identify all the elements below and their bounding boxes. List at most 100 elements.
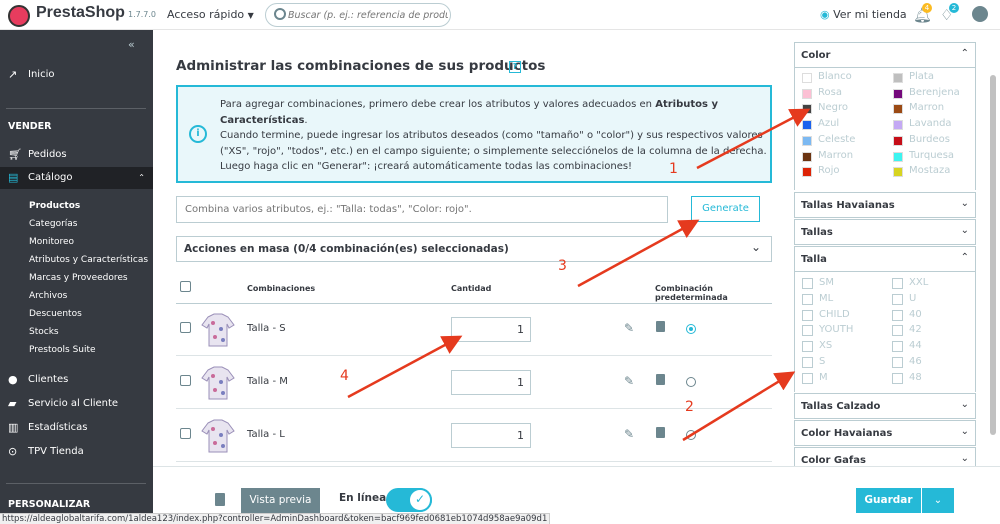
caret-down-icon: ▼ — [247, 11, 254, 20]
size-checkbox[interactable] — [802, 341, 813, 353]
combination-name[interactable]: Talla - L — [247, 429, 285, 440]
save-button[interactable]: Guardar — [856, 488, 921, 513]
select-all-checkbox[interactable] — [180, 281, 191, 292]
size-checkbox[interactable] — [802, 278, 813, 289]
quick-access-label: Acceso rápido — [167, 8, 245, 21]
chevron-down-icon: ⌄ — [960, 198, 969, 209]
size-list: SM XXL ML U CHILD 40 YOUTH 42 XS 44 S 46 M 48 — [794, 272, 976, 392]
color-swatch[interactable] — [802, 135, 812, 146]
sidebar-subitem-marcas[interactable]: Marcas y Proveedores — [29, 273, 128, 283]
color-swatch[interactable] — [893, 151, 903, 162]
color-swatch[interactable] — [802, 73, 812, 83]
brand-name[interactable]: PrestaShop — [36, 4, 125, 22]
search-input[interactable] — [288, 7, 448, 23]
sidebar-item-catalogo[interactable]: ▤ Catálogo ⌃ — [0, 167, 153, 189]
sidebar-item-tpv[interactable]: ⊙ TPV Tienda — [0, 441, 153, 463]
prestashop-logo-icon[interactable] — [8, 5, 30, 27]
sidebar-subitem-productos[interactable]: Productos — [29, 201, 80, 211]
preview-button[interactable]: Vista previa — [241, 488, 320, 513]
quantity-input[interactable] — [451, 317, 531, 342]
color-swatch[interactable] — [802, 104, 812, 115]
sidebar-subitem-archivos[interactable]: Archivos — [29, 291, 67, 301]
default-radio[interactable] — [686, 324, 696, 334]
row-checkbox[interactable] — [180, 322, 191, 333]
color-swatch[interactable] — [893, 88, 903, 99]
size-checkbox[interactable] — [802, 357, 813, 368]
sidebar-item-clientes[interactable]: ● Clientes — [0, 369, 153, 391]
size-checkbox[interactable] — [892, 325, 903, 337]
sidebar-subitem-monitoreo[interactable]: Monitoreo — [29, 237, 74, 247]
sidebar-subitem-prestools[interactable]: Prestools Suite — [29, 345, 96, 355]
generate-button[interactable]: Generate — [691, 196, 760, 222]
sidebar-item-pedidos[interactable]: 🛒︎ Pedidos — [0, 144, 153, 166]
color-accordion-header[interactable]: Color ⌃ — [794, 42, 976, 68]
column-header-combinations: Combinaciones — [247, 284, 316, 293]
size-checkbox[interactable] — [892, 357, 903, 368]
edit-icon[interactable]: ✎ — [624, 321, 634, 335]
table-row: Talla - M ✎ — [176, 356, 772, 409]
save-options-dropdown[interactable]: ⌄ — [922, 488, 954, 513]
quantity-input[interactable] — [451, 423, 531, 448]
size-checkbox[interactable] — [892, 341, 903, 353]
size-checkbox[interactable] — [892, 293, 903, 305]
color-swatch[interactable] — [893, 167, 903, 178]
color-swatch[interactable] — [802, 120, 812, 131]
default-radio[interactable] — [686, 377, 696, 387]
scrollbar[interactable] — [990, 75, 996, 435]
combination-name[interactable]: Talla - S — [247, 323, 286, 334]
bulk-actions-dropdown[interactable]: Acciones en masa (0/4 combinación(es) se… — [176, 236, 772, 262]
edit-icon[interactable]: ✎ — [624, 427, 634, 441]
color-gafas-accordion-header[interactable]: Color Gafas ⌄ — [794, 447, 976, 466]
color-swatch[interactable] — [893, 73, 903, 83]
quick-access-menu[interactable]: Acceso rápido ▼ — [167, 8, 254, 21]
default-radio[interactable] — [686, 430, 696, 440]
tallas-accordion-header[interactable]: Tallas ⌄ — [794, 219, 976, 245]
size-label: U — [909, 292, 917, 304]
sidebar-subitem-categorias[interactable]: Categorías — [29, 219, 78, 229]
color-swatch[interactable] — [893, 104, 903, 115]
size-label: S — [819, 356, 826, 367]
size-checkbox[interactable] — [892, 278, 903, 289]
search-box[interactable] — [265, 3, 451, 27]
row-checkbox[interactable] — [180, 428, 191, 439]
size-checkbox[interactable] — [802, 293, 813, 305]
color-havaianas-accordion-header[interactable]: Color Havaianas ⌄ — [794, 420, 976, 446]
sidebar-subitem-descuentos[interactable]: Descuentos — [29, 309, 82, 319]
chevron-down-icon: ⌄ — [750, 240, 761, 254]
talla-accordion-header[interactable]: Talla ⌃ — [794, 246, 976, 272]
size-checkbox[interactable] — [802, 372, 813, 384]
delete-product-icon[interactable] — [215, 493, 225, 506]
sidebar-item-estadisticas[interactable]: ▥ Estadísticas — [0, 417, 153, 439]
delete-icon[interactable] — [656, 321, 665, 332]
color-swatch[interactable] — [802, 88, 812, 99]
calzado-accordion-header[interactable]: Tallas Calzado ⌄ — [794, 393, 976, 419]
help-icon[interactable]: ? — [509, 61, 521, 73]
sidebar-item-inicio[interactable]: ↗ Inicio — [0, 64, 153, 86]
delete-icon[interactable] — [656, 427, 665, 438]
row-checkbox[interactable] — [180, 375, 191, 386]
size-checkbox[interactable] — [892, 372, 903, 384]
online-toggle[interactable]: ✓ — [386, 488, 432, 512]
view-store-link[interactable]: ◉ Ver mi tienda — [820, 8, 907, 21]
color-swatch[interactable] — [893, 135, 903, 146]
color-swatch[interactable] — [893, 120, 903, 131]
combination-name[interactable]: Talla - M — [247, 376, 288, 387]
color-swatch[interactable] — [802, 151, 812, 162]
size-checkbox[interactable] — [802, 325, 813, 337]
color-swatch[interactable] — [802, 167, 812, 178]
edit-icon[interactable]: ✎ — [624, 374, 634, 388]
havaianas-accordion-header[interactable]: Tallas Havaianas ⌄ — [794, 192, 976, 218]
size-checkbox[interactable] — [892, 309, 903, 321]
info-icon: i — [178, 87, 218, 181]
user-avatar[interactable] — [972, 6, 988, 22]
sidebar-item-servicio[interactable]: ▰ Servicio al Cliente — [0, 393, 153, 415]
sidebar-subitem-stocks[interactable]: Stocks — [29, 327, 59, 337]
annotation-label-4: 4 — [340, 368, 349, 384]
collapse-sidebar-icon[interactable]: « — [128, 38, 135, 51]
quantity-input[interactable] — [451, 370, 531, 395]
sidebar-subitem-atributos[interactable]: Atributos y Características — [29, 255, 148, 265]
combine-attributes-input[interactable] — [176, 196, 668, 223]
delete-icon[interactable] — [656, 374, 665, 385]
size-checkbox[interactable] — [802, 309, 813, 321]
version-label: 1.7.7.0 — [128, 10, 156, 19]
